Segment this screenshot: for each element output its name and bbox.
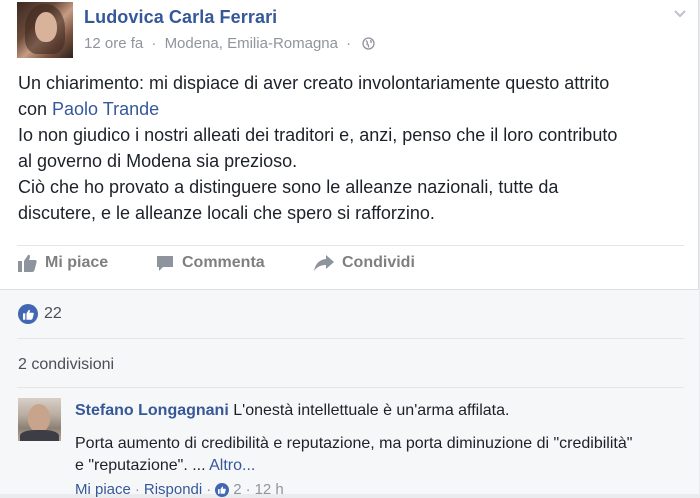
meta-separator-2: · — [346, 35, 352, 52]
comment-label: Commenta — [182, 254, 265, 271]
post-time[interactable]: 12 ore fa — [84, 35, 143, 52]
footer-separator: · — [245, 481, 251, 498]
post-body: Un chiarimento: mi dispiace di aver crea… — [18, 70, 683, 226]
shares-count[interactable]: 2 condivisioni — [18, 356, 114, 374]
divider — [17, 245, 684, 246]
author-avatar[interactable] — [17, 2, 73, 58]
post-line: con Paolo Trande — [18, 96, 683, 122]
comment-footer: Mi piace · Rispondi · 2 · 12 h — [75, 481, 284, 498]
like-reaction-icon — [18, 304, 38, 324]
share-label: Condividi — [342, 254, 415, 271]
comment-like-count: 2 — [233, 481, 242, 498]
like-button[interactable]: Mi piace — [18, 254, 108, 272]
footer-separator: · — [206, 481, 212, 498]
reaction-count: 22 — [44, 305, 62, 322]
post-line: Io non giudico i nostri alleati dei trad… — [18, 125, 618, 145]
share-arrow-icon — [314, 255, 334, 271]
comment-like-link[interactable]: Mi piace — [75, 481, 131, 498]
post-header: Ludovica Carla Ferrari 12 ore fa · Moden… — [17, 2, 687, 60]
like-reaction-icon — [215, 482, 230, 497]
share-button[interactable]: Condividi — [314, 254, 415, 272]
footer-separator: · — [134, 481, 140, 498]
comment-first-line: Stefano Longagnani L'onestà intellettual… — [75, 400, 675, 422]
post-line: Ciò che ho provato a distinguere sono le… — [18, 177, 559, 197]
avatar-face — [35, 12, 57, 42]
post-line-prefix: con — [18, 99, 53, 119]
comment-time[interactable]: 12 h — [255, 481, 284, 498]
comment-text: L'onestà intellettuale è un'arma affilat… — [233, 402, 510, 419]
commenter-avatar[interactable] — [18, 398, 61, 441]
commenter-name[interactable]: Stefano Longagnani — [75, 402, 229, 419]
post-options-chevron-icon[interactable] — [673, 6, 687, 24]
comment: Stefano Longagnani L'onestà intellettual… — [75, 400, 675, 477]
mention-link[interactable]: Paolo Trande — [52, 99, 159, 119]
see-more-link[interactable]: Altro... — [209, 457, 255, 474]
author-name[interactable]: Ludovica Carla Ferrari — [84, 7, 277, 28]
comment-text-line: e "reputazione". ... Altro... — [75, 455, 675, 477]
post-line: Un chiarimento: mi dispiace di aver crea… — [18, 73, 610, 93]
post-card: Ludovica Carla Ferrari 12 ore fa · Moden… — [0, 0, 699, 498]
thumbs-up-icon — [18, 254, 37, 272]
meta-separator: · — [151, 35, 157, 52]
post-location[interactable]: Modena, Emilia-Romagna — [165, 35, 338, 52]
avatar-shirt — [20, 430, 59, 441]
comment-button[interactable]: Commenta — [156, 254, 265, 272]
post-line: discutere, e le alleanze locali che sper… — [18, 203, 435, 223]
divider — [17, 387, 684, 388]
like-label: Mi piace — [45, 254, 109, 271]
comment-text-end: e "reputazione". ... — [75, 457, 206, 474]
comment-reply-link[interactable]: Rispondi — [144, 481, 202, 498]
divider — [17, 338, 684, 339]
reactions-summary[interactable]: 22 — [18, 304, 62, 324]
comment-text-line: Porta aumento di credibilità e reputazio… — [75, 435, 633, 452]
globe-icon[interactable] — [362, 37, 375, 54]
post-line: al governo di Modena sia prezioso. — [18, 151, 298, 171]
avatar-head — [28, 404, 50, 432]
post-meta: 12 ore fa · Modena, Emilia-Romagna · — [84, 35, 375, 54]
comment-icon — [157, 255, 173, 271]
